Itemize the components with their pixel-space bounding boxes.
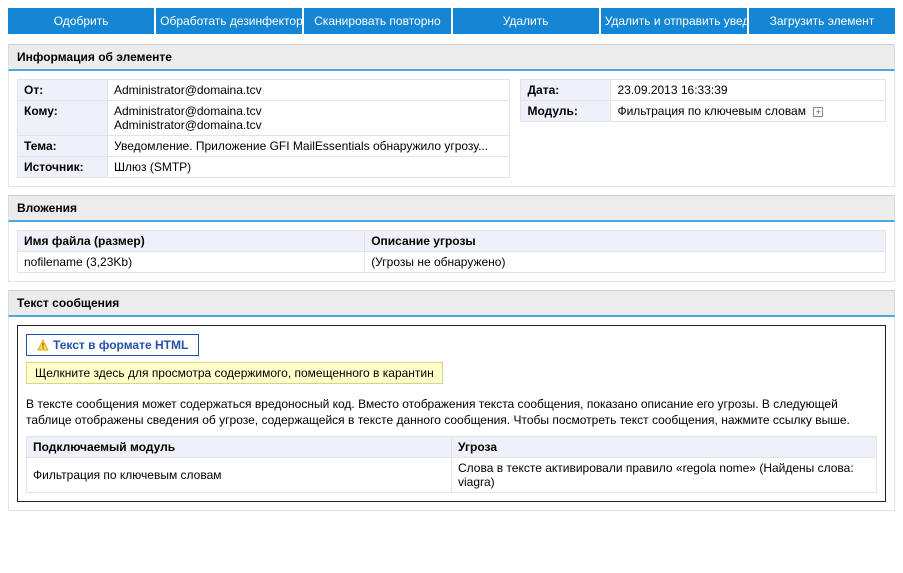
to-label: Кому:: [18, 101, 108, 136]
approve-button[interactable]: Одобрить: [8, 8, 154, 34]
rescan-button[interactable]: Сканировать повторно: [304, 8, 450, 34]
col-plugin: Подключаемый модуль: [27, 437, 452, 458]
table-row: nofilename (3,23Kb) (Угрозы не обнаружен…: [18, 252, 886, 273]
message-description: В тексте сообщения может содержаться вре…: [26, 396, 877, 428]
action-toolbar: Одобрить Обработать дезинфектором Сканир…: [8, 8, 895, 34]
module-value-cell: Фильтрация по ключевым словам +: [611, 101, 886, 122]
subject-value: Уведомление. Приложение GFI MailEssentia…: [108, 136, 510, 157]
source-value: Шлюз (SMTP): [108, 157, 510, 178]
delete-notify-button[interactable]: Удалить и отправить уведомление: [601, 8, 747, 34]
delete-button[interactable]: Удалить: [453, 8, 599, 34]
view-quarantine-link[interactable]: Щелкните здесь для просмотра содержимого…: [26, 362, 443, 384]
info-table-right: Дата: 23.09.2013 16:33:39 Модуль: Фильтр…: [520, 79, 886, 122]
message-panel: Текст в формате HTML Щелкните здесь для …: [8, 317, 895, 511]
col-filename: Имя файла (размер): [18, 231, 365, 252]
module-value: Фильтрация по ключевым словам: [617, 104, 806, 118]
table-row: Фильтрация по ключевым словам Слова в те…: [27, 458, 877, 493]
attachment-file: nofilename (3,23Kb): [18, 252, 365, 273]
threat-desc: Слова в тексте активировали правило «reg…: [452, 458, 877, 493]
threat-table: Подключаемый модуль Угроза Фильтрация по…: [26, 436, 877, 493]
module-label: Модуль:: [521, 101, 611, 122]
warning-icon: [37, 339, 49, 351]
message-heading: Текст сообщения: [8, 290, 895, 317]
tab-label: Текст в формате HTML: [53, 338, 188, 352]
message-inner-panel: Текст в формате HTML Щелкните здесь для …: [17, 325, 886, 502]
download-button[interactable]: Загрузить элемент: [749, 8, 895, 34]
disinfect-button[interactable]: Обработать дезинфектором: [156, 8, 302, 34]
expand-icon[interactable]: +: [813, 107, 823, 117]
threat-plugin: Фильтрация по ключевым словам: [27, 458, 452, 493]
source-label: Источник:: [18, 157, 108, 178]
col-threat: Угроза: [452, 437, 877, 458]
attachments-table: Имя файла (размер) Описание угрозы nofil…: [17, 230, 886, 273]
item-info-heading: Информация об элементе: [8, 44, 895, 71]
item-info-panel: От: Administrator@domaina.tcv Кому: Admi…: [8, 71, 895, 187]
attachments-panel: Имя файла (размер) Описание угрозы nofil…: [8, 222, 895, 282]
to-value: Administrator@domaina.tcv Administrator@…: [108, 101, 510, 136]
from-value: Administrator@domaina.tcv: [108, 80, 510, 101]
tab-html-text[interactable]: Текст в формате HTML: [26, 334, 199, 356]
message-tabs: Текст в формате HTML: [26, 334, 877, 356]
col-threat-desc: Описание угрозы: [365, 231, 886, 252]
from-label: От:: [18, 80, 108, 101]
subject-label: Тема:: [18, 136, 108, 157]
attachment-threat: (Угрозы не обнаружено): [365, 252, 886, 273]
attachments-heading: Вложения: [8, 195, 895, 222]
date-value: 23.09.2013 16:33:39: [611, 80, 886, 101]
date-label: Дата:: [521, 80, 611, 101]
info-table-left: От: Administrator@domaina.tcv Кому: Admi…: [17, 79, 510, 178]
